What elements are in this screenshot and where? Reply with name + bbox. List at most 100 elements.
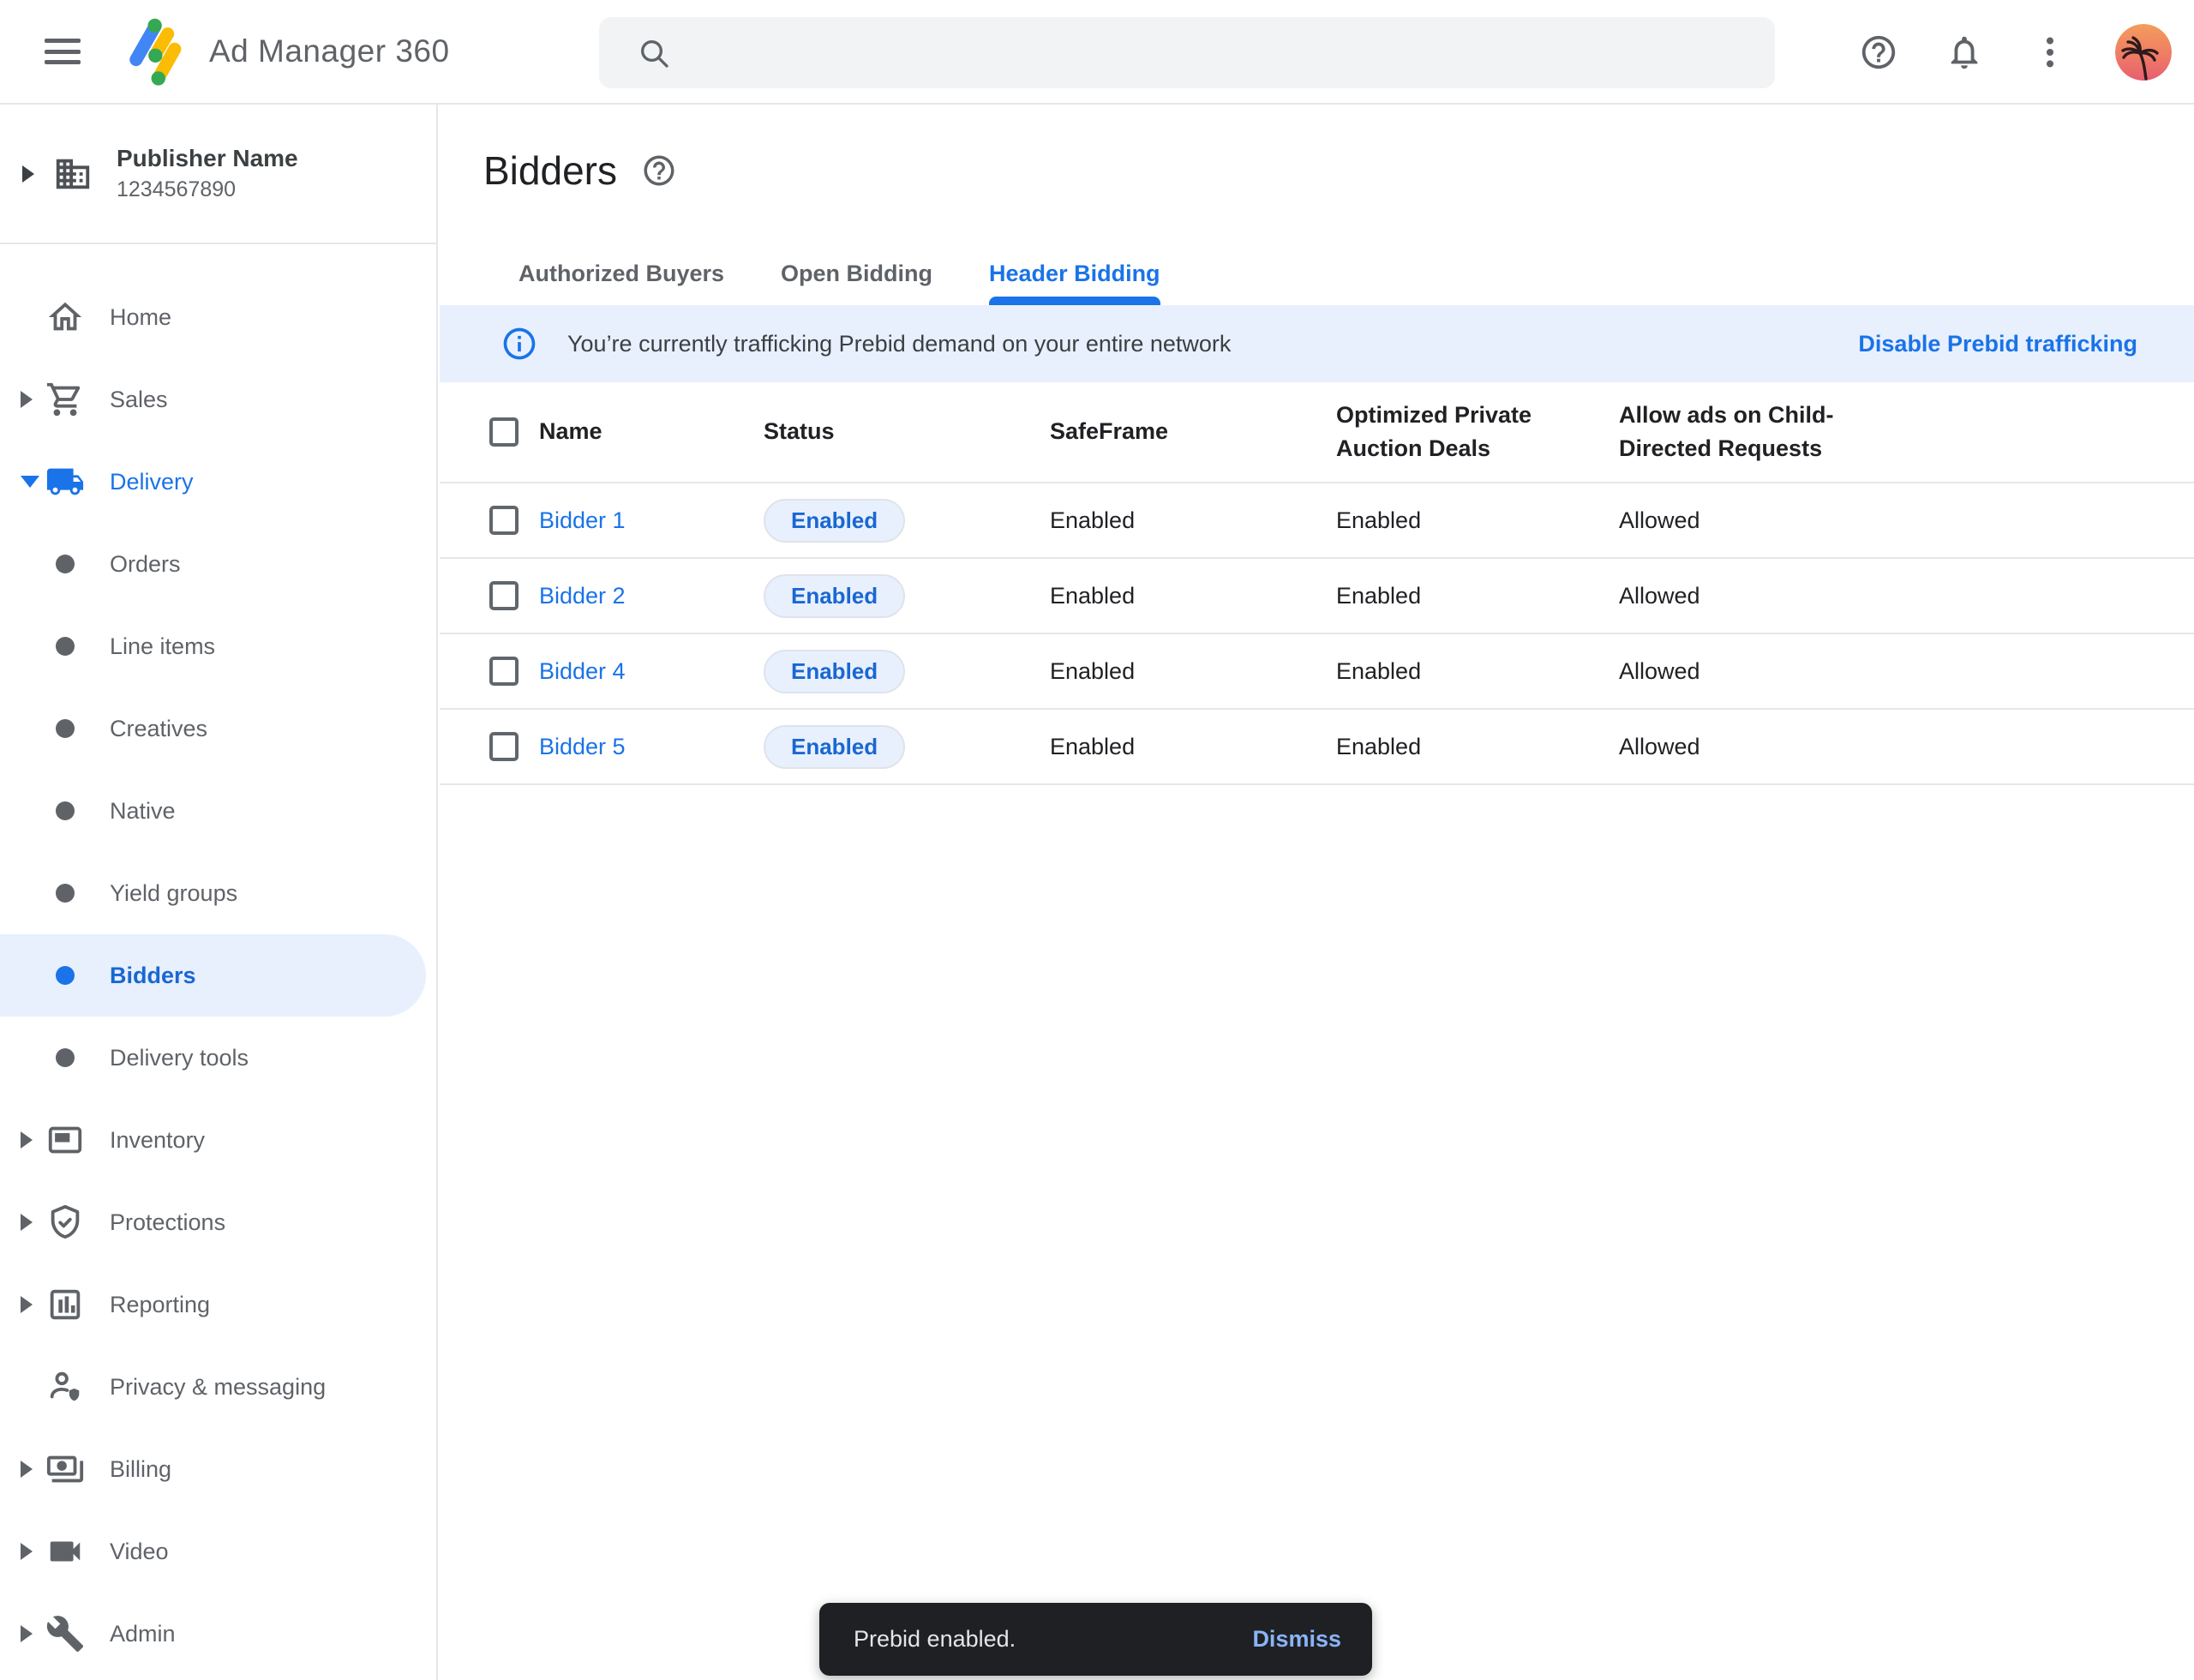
child-directed-value: Allowed bbox=[1619, 734, 1700, 759]
table-row: Bidder 5 Enabled Enabled Enabled Allowed bbox=[440, 710, 2194, 785]
table-row: Bidder 2 Enabled Enabled Enabled Allowed bbox=[440, 559, 2194, 634]
expand-arrow-icon bbox=[21, 391, 33, 408]
row-checkbox[interactable] bbox=[489, 732, 519, 761]
home-icon bbox=[45, 297, 86, 337]
child-directed-value: Allowed bbox=[1619, 507, 1700, 533]
bullet-icon bbox=[56, 719, 75, 738]
tab-authorized-buyers[interactable]: Authorized Buyers bbox=[519, 243, 724, 305]
bidder-link[interactable]: Bidder 4 bbox=[539, 658, 626, 684]
expand-arrow-icon bbox=[21, 1461, 33, 1478]
bidder-link[interactable]: Bidder 2 bbox=[539, 583, 626, 609]
inventory-icon bbox=[45, 1120, 86, 1160]
top-bar: Ad Manager 360 bbox=[0, 0, 2194, 105]
publisher-switcher[interactable]: Publisher Name 1234567890 bbox=[0, 105, 436, 244]
column-header-status: Status bbox=[764, 415, 1050, 448]
status-badge: Enabled bbox=[764, 725, 905, 769]
page-title-row: Bidders bbox=[483, 147, 677, 194]
sidebar-item-bidders[interactable]: Bidders bbox=[0, 934, 426, 1017]
toast-message: Prebid enabled. bbox=[854, 1626, 1252, 1653]
sidebar-item-native[interactable]: Native bbox=[0, 770, 426, 852]
search-icon bbox=[637, 36, 671, 70]
column-header-child-directed: Allow ads on Child-Directed Requests bbox=[1619, 399, 1842, 465]
opad-value: Enabled bbox=[1336, 734, 1421, 759]
bullet-icon bbox=[56, 1048, 75, 1067]
tab-bar: Authorized Buyers Open Bidding Header Bi… bbox=[440, 243, 1160, 305]
truck-icon bbox=[45, 462, 86, 501]
sidebar-item-yield-groups[interactable]: Yield groups bbox=[0, 852, 426, 934]
top-actions bbox=[1858, 0, 2172, 105]
banner-message: You’re currently trafficking Prebid dema… bbox=[567, 331, 1858, 357]
status-badge: Enabled bbox=[764, 650, 905, 693]
publisher-info: Publisher Name 1234567890 bbox=[117, 145, 298, 202]
expand-arrow-icon bbox=[22, 165, 34, 183]
title-help-icon[interactable] bbox=[641, 153, 677, 189]
expand-arrow-icon bbox=[21, 1214, 33, 1231]
sidebar-item-billing[interactable]: Billing bbox=[0, 1428, 426, 1510]
prebid-info-banner: You’re currently trafficking Prebid dema… bbox=[440, 305, 2194, 382]
bidders-table: Name Status SafeFrame Optimized Private … bbox=[440, 382, 2194, 785]
child-directed-value: Allowed bbox=[1619, 583, 1700, 609]
sidebar-item-admin[interactable]: Admin bbox=[0, 1593, 426, 1675]
search-input[interactable] bbox=[599, 17, 1775, 88]
sidebar-item-inventory[interactable]: Inventory bbox=[0, 1099, 426, 1181]
bidder-link[interactable]: Bidder 1 bbox=[539, 507, 626, 533]
person-shield-icon bbox=[45, 1367, 86, 1407]
tab-open-bidding[interactable]: Open Bidding bbox=[781, 243, 932, 305]
opad-value: Enabled bbox=[1336, 507, 1421, 533]
bullet-icon bbox=[56, 966, 75, 985]
sidebar-item-orders[interactable]: Orders bbox=[0, 523, 426, 605]
table-row: Bidder 4 Enabled Enabled Enabled Allowed bbox=[440, 634, 2194, 710]
safeframe-value: Enabled bbox=[1050, 583, 1135, 609]
status-badge: Enabled bbox=[764, 499, 905, 543]
select-all-checkbox[interactable] bbox=[489, 417, 519, 447]
sidebar-item-line-items[interactable]: Line items bbox=[0, 605, 426, 687]
sidebar-item-delivery-tools[interactable]: Delivery tools bbox=[0, 1017, 426, 1099]
hamburger-menu-icon[interactable] bbox=[45, 39, 81, 64]
app-title: Ad Manager 360 bbox=[209, 33, 450, 69]
ad-manager-app: Ad Manager 360 bbox=[0, 0, 2194, 1680]
help-icon[interactable] bbox=[1858, 32, 1899, 73]
disable-prebid-trafficking-link[interactable]: Disable Prebid trafficking bbox=[1858, 331, 2137, 357]
sidebar-item-delivery[interactable]: Delivery bbox=[0, 441, 426, 523]
bar-chart-icon bbox=[45, 1285, 86, 1324]
expand-arrow-icon bbox=[21, 1543, 33, 1560]
status-badge: Enabled bbox=[764, 574, 905, 618]
page-title: Bidders bbox=[483, 147, 617, 194]
publisher-name: Publisher Name bbox=[117, 145, 298, 172]
tab-header-bidding[interactable]: Header Bidding bbox=[989, 243, 1160, 305]
bullet-icon bbox=[56, 801, 75, 820]
opad-value: Enabled bbox=[1336, 583, 1421, 609]
row-checkbox[interactable] bbox=[489, 506, 519, 535]
dismiss-button[interactable]: Dismiss bbox=[1252, 1626, 1341, 1653]
publisher-id: 1234567890 bbox=[117, 177, 298, 202]
bullet-icon bbox=[56, 555, 75, 573]
row-checkbox[interactable] bbox=[489, 657, 519, 686]
sidebar-item-sales[interactable]: Sales bbox=[0, 358, 426, 441]
sidebar-item-creatives[interactable]: Creatives bbox=[0, 687, 426, 770]
bidder-link[interactable]: Bidder 5 bbox=[539, 734, 626, 759]
row-checkbox[interactable] bbox=[489, 581, 519, 610]
safeframe-value: Enabled bbox=[1050, 734, 1135, 759]
sidebar-item-privacy-messaging[interactable]: Privacy & messaging bbox=[0, 1346, 426, 1428]
safeframe-value: Enabled bbox=[1050, 658, 1135, 684]
sidebar-nav: Home Sales Delivery bbox=[0, 244, 436, 1675]
opad-value: Enabled bbox=[1336, 658, 1421, 684]
table-row: Bidder 1 Enabled Enabled Enabled Allowed bbox=[440, 483, 2194, 559]
user-avatar[interactable] bbox=[2115, 24, 2172, 81]
shield-check-icon bbox=[45, 1203, 86, 1242]
sidebar-item-reporting[interactable]: Reporting bbox=[0, 1263, 426, 1346]
sidebar-item-protections[interactable]: Protections bbox=[0, 1181, 426, 1263]
notifications-bell-icon[interactable] bbox=[1944, 32, 1985, 73]
column-header-safeframe: SafeFrame bbox=[1050, 415, 1336, 448]
column-header-name: Name bbox=[539, 415, 764, 448]
child-directed-value: Allowed bbox=[1619, 658, 1700, 684]
video-camera-icon bbox=[45, 1532, 86, 1571]
more-options-kebab-icon[interactable] bbox=[2029, 32, 2071, 73]
building-icon bbox=[46, 154, 99, 194]
sidebar-item-video[interactable]: Video bbox=[0, 1510, 426, 1593]
sidebar: Publisher Name 1234567890 Home bbox=[0, 105, 438, 1680]
cart-icon bbox=[45, 380, 86, 419]
toast-snackbar: Prebid enabled. Dismiss bbox=[819, 1603, 1372, 1676]
sidebar-item-home[interactable]: Home bbox=[0, 276, 426, 358]
collapse-arrow-icon bbox=[21, 476, 39, 488]
